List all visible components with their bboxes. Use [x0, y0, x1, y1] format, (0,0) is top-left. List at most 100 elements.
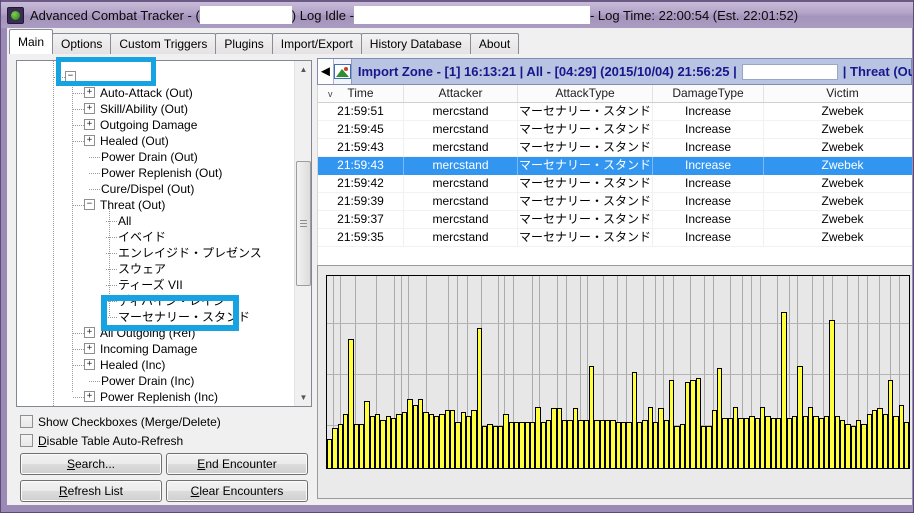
tree-item--vii[interactable]: ティーズ VII — [17, 277, 294, 293]
tree-item-power-drain-out-[interactable]: Power Drain (Out) — [17, 149, 294, 165]
end-encounter-button[interactable]: End Encounter — [166, 453, 308, 475]
tree-item-healed-out-[interactable]: + Healed (Out) — [17, 133, 294, 149]
table-cell: mercstand — [404, 103, 518, 121]
tree-item-label: Threat (Out) — [100, 197, 166, 212]
table-cell: 21:59:43 — [318, 139, 404, 157]
tree-item-label: イベイド — [118, 229, 167, 244]
tree-item-label: エンレイジド・プレゼンス — [118, 245, 262, 260]
disable-auto-refresh-option[interactable]: Disable Table Auto-Refresh — [20, 433, 183, 448]
table-cell: マーセナリー・スタンド — [518, 157, 653, 175]
tab-main[interactable]: Main — [9, 29, 54, 54]
graph-view-button[interactable] — [333, 59, 352, 84]
table-cell: マーセナリー・スタンド — [518, 103, 653, 121]
tree-connector — [106, 237, 117, 238]
app-window: Advanced Combat Tracker - () Log Idle - … — [0, 0, 914, 513]
back-button[interactable]: ◄ — [318, 59, 334, 84]
titlebar[interactable]: Advanced Combat Tracker - () Log Idle - … — [0, 0, 914, 28]
tree-connector — [73, 93, 84, 94]
table-row[interactable]: 21:59:45 mercstand マーセナリー・スタンド Increase Zweb… — [318, 121, 912, 139]
column-header-attacktype[interactable]: AttackType — [518, 85, 653, 102]
tree-connector — [73, 365, 84, 366]
tree-item-power-replenish-out-[interactable]: Power Replenish (Out) — [17, 165, 294, 181]
bar-series — [327, 276, 910, 468]
table-row[interactable]: 21:59:42 mercstand マーセナリー・スタンド Increase Zweb… — [318, 175, 912, 193]
tree-item--[interactable]: イベイド — [17, 229, 294, 245]
tree-item--[interactable]: スウェア — [17, 261, 294, 277]
tree-item-label: Incoming Damage — [100, 341, 198, 356]
checkbox-icon[interactable] — [20, 434, 33, 447]
expand-icon[interactable]: + — [84, 119, 95, 130]
column-header-time[interactable]: Time v — [318, 85, 404, 102]
encounter-title[interactable]: Import Zone - [1] 16:13:21 | All - [04:2… — [358, 63, 912, 80]
refresh-list-button[interactable]: Refresh List — [20, 480, 162, 502]
tree-item-skill-ability-out-[interactable]: + Skill/Ability (Out) — [17, 101, 294, 117]
damage-graph-panel — [317, 265, 912, 499]
scroll-down-icon[interactable]: ▼ — [295, 389, 311, 406]
tab-about[interactable]: About — [469, 33, 520, 54]
column-header-victim[interactable]: Victim — [764, 85, 912, 102]
tree-item-label: Skill/Ability (Out) — [100, 101, 189, 116]
expand-icon[interactable]: + — [84, 327, 95, 338]
expand-icon[interactable]: + — [84, 103, 95, 114]
tree-item-all[interactable]: All — [17, 213, 294, 229]
tree-connector — [73, 333, 84, 334]
table-cell: Zwebek — [764, 211, 912, 229]
tab-history-database[interactable]: History Database — [360, 33, 471, 54]
table-row[interactable]: 21:59:43 mercstand マーセナリー・スタンド Increase Zweb… — [318, 139, 912, 157]
tree-item-label: Healed (Out) — [100, 133, 169, 148]
tree-item-auto-attack-out-[interactable]: + Auto-Attack (Out) — [17, 85, 294, 101]
tree-item--[interactable]: エンレイジド・プレゼンス — [17, 245, 294, 261]
table-cell: Zwebek — [764, 139, 912, 157]
tab-import-export[interactable]: Import/Export — [271, 33, 362, 54]
tree-item-label: Auto-Attack (Out) — [100, 85, 193, 100]
column-header-damagetype[interactable]: DamageType — [653, 85, 764, 102]
table-row[interactable]: 21:59:37 mercstand マーセナリー・スタンド Increase Zweb… — [318, 211, 912, 229]
table-cell: mercstand — [404, 121, 518, 139]
tree-item-label: Power Drain (Out) — [101, 149, 198, 164]
clear-encounters-button[interactable]: Clear Encounters — [166, 480, 308, 502]
tree-scrollbar[interactable]: ▲ ▼ — [294, 61, 311, 406]
expand-icon[interactable]: + — [84, 135, 95, 146]
tree-connector — [106, 285, 117, 286]
table-cell: 21:59:37 — [318, 211, 404, 229]
redaction-box — [741, 63, 838, 80]
tree-item-cure-dispel-out-[interactable]: Cure/Dispel (Out) — [17, 181, 294, 197]
expand-icon[interactable]: + — [84, 359, 95, 370]
tree-item-threat-out-[interactable]: − Threat (Out) — [17, 197, 294, 213]
table-row[interactable]: 21:59:35 mercstand マーセナリー・スタンド Increase Zweb… — [318, 229, 912, 247]
table-row[interactable]: 21:59:43 mercstand マーセナリー・スタンド Increase Zweb… — [318, 157, 912, 175]
collapse-icon[interactable]: − — [84, 199, 95, 210]
table-row[interactable]: 21:59:51 mercstand マーセナリー・スタンド Increase Zweb… — [318, 103, 912, 121]
table-row[interactable]: 21:59:39 mercstand マーセナリー・スタンド Increase Zweb… — [318, 193, 912, 211]
encounter-tree[interactable]: − + Auto-Attack (Out) + Skill/Ability (Out) +… — [17, 61, 294, 406]
tree-item-label: ティーズ VII — [118, 277, 183, 292]
graph-icon — [333, 64, 351, 79]
tree-item-outgoing-damage[interactable]: + Outgoing Damage — [17, 117, 294, 133]
tab-options[interactable]: Options — [52, 33, 112, 54]
table-cell: 21:59:43 — [318, 157, 404, 175]
bar-chart-plot[interactable] — [326, 275, 910, 469]
scrollbar-grip-icon — [300, 219, 307, 227]
scroll-up-icon[interactable]: ▲ — [295, 61, 311, 78]
tree-connector — [73, 349, 84, 350]
checkbox-icon[interactable] — [20, 415, 33, 428]
encounter-detail-panel: ◄ Import Zone - [1] 16:13:21 | All - [04… — [317, 58, 912, 499]
tree-item-healed-inc-[interactable]: + Healed (Inc) — [17, 357, 294, 373]
expand-icon[interactable]: + — [84, 343, 95, 354]
tree-item-power-drain-inc-[interactable]: Power Drain (Inc) — [17, 373, 294, 389]
redaction-box — [199, 6, 292, 24]
table-header-row[interactable]: Time v Attacker AttackType DamageType Victim — [318, 85, 912, 103]
table-cell: mercstand — [404, 157, 518, 175]
search-button[interactable]: Search... — [20, 453, 162, 475]
column-header-attacker[interactable]: Attacker — [404, 85, 518, 102]
window-title: Advanced Combat Tracker - () Log Idle - … — [30, 6, 799, 24]
show-checkboxes-option[interactable]: Show Checkboxes (Merge/Delete) — [20, 414, 221, 429]
encounter-header-bar: ◄ Import Zone - [1] 16:13:21 | All - [04… — [317, 58, 912, 85]
tab-custom-triggers[interactable]: Custom Triggers — [110, 33, 217, 54]
tree-item-power-replenish-inc-[interactable]: + Power Replenish (Inc) — [17, 389, 294, 405]
tab-plugins[interactable]: Plugins — [215, 33, 273, 54]
expand-icon[interactable]: + — [84, 87, 95, 98]
tree-item-incoming-damage[interactable]: + Incoming Damage — [17, 341, 294, 357]
scrollbar-thumb[interactable] — [296, 161, 311, 286]
expand-icon[interactable]: + — [84, 391, 95, 402]
